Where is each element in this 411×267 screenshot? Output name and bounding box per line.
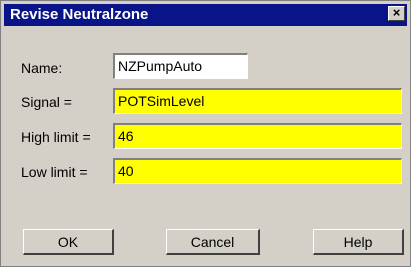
name-field[interactable]: NZPumpAuto [113,53,248,79]
cancel-button[interactable]: Cancel [166,229,260,255]
name-label: Name: [21,60,63,76]
high-limit-field[interactable]: 46 [113,123,402,149]
low-limit-field[interactable]: 40 [113,158,402,184]
high-limit-label: High limit = [21,129,91,145]
close-button[interactable]: × [388,6,405,21]
dialog-title: Revise Neutralzone [10,6,149,23]
title-bar[interactable]: Revise Neutralzone × [4,4,407,26]
low-limit-label: Low limit = [21,164,88,180]
signal-field[interactable]: POTSimLevel [113,88,402,114]
revise-neutralzone-dialog: Revise Neutralzone × Name: NZPumpAuto Si… [0,0,411,267]
ok-button[interactable]: OK [23,229,114,255]
close-icon: × [392,5,401,20]
signal-label: Signal = [21,94,72,110]
help-button[interactable]: Help [313,229,404,255]
